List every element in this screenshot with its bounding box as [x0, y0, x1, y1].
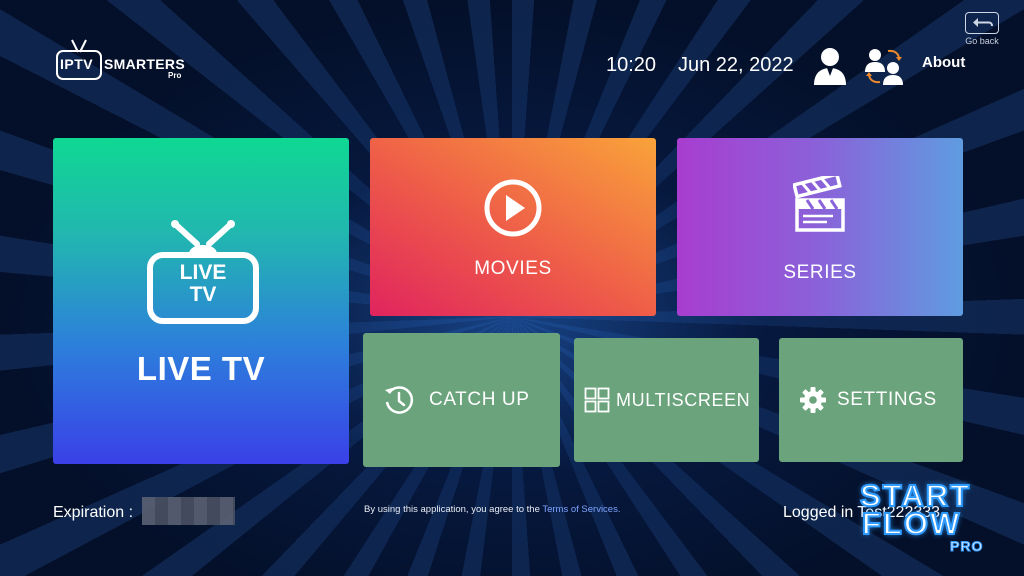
catch-up-tile[interactable]: CATCH UP — [363, 333, 560, 467]
multiscreen-content: MULTISCREEN — [584, 338, 750, 462]
redacted-expiration-value — [142, 497, 235, 525]
logged-in-label: Logged in — [783, 504, 854, 521]
play-icon — [484, 179, 542, 237]
back-arrow-icon — [965, 12, 999, 34]
logo-name: SMARTERS — [104, 56, 185, 72]
tv-icon-text-line1: LIVE — [179, 261, 227, 284]
switch-user-icon[interactable] — [864, 46, 906, 86]
tv-icon: LIVE TV — [145, 220, 261, 330]
terms-notice: By using this application, you agree to … — [364, 504, 620, 515]
movies-label: MOVIES — [474, 258, 552, 279]
series-label: SERIES — [783, 262, 857, 283]
multiscreen-label: MULTISCREEN — [616, 389, 751, 410]
live-tv-tile[interactable]: LIVE TV LIVE TV — [53, 138, 349, 464]
catch-up-label: CATCH UP — [429, 389, 530, 410]
clapperboard-icon — [793, 176, 845, 232]
startflow-watermark: START FLOW PRO — [859, 477, 1016, 560]
settings-label: SETTINGS — [837, 389, 937, 410]
tv-icon-text-line2: TV — [189, 283, 217, 306]
watermark-line3: PRO — [949, 538, 984, 555]
multiscreen-tile[interactable]: MULTISCREEN — [574, 338, 759, 462]
grid-icon — [584, 387, 610, 413]
terms-prefix: By using this application, you agree to … — [364, 504, 540, 515]
logo-brand: IPTV — [60, 56, 94, 72]
watermark-line2: FLOW — [861, 505, 962, 542]
catch-up-content: CATCH UP — [383, 333, 530, 467]
settings-content: SETTINGS — [799, 338, 937, 462]
movies-tile[interactable]: MOVIES — [370, 138, 656, 316]
logo-edition: Pro — [168, 71, 182, 80]
live-tv-label: LIVE TV — [136, 350, 266, 387]
clock-icon — [385, 386, 414, 414]
go-back-label: Go back — [965, 36, 999, 46]
terms-link[interactable]: Terms of Services. — [542, 504, 620, 515]
gear-icon — [800, 387, 826, 413]
current-date: Jun 22, 2022 — [678, 54, 794, 76]
app-logo: IPTV SMARTERS Pro — [56, 38, 196, 86]
go-back-button[interactable]: Go back — [960, 12, 1004, 52]
expiration-label: Expiration : — [53, 504, 134, 521]
user-icon[interactable] — [812, 46, 848, 86]
clock-time: 10:20 — [606, 54, 657, 76]
about-link[interactable]: About — [922, 54, 965, 71]
settings-tile[interactable]: SETTINGS — [779, 338, 963, 462]
series-tile[interactable]: SERIES — [677, 138, 963, 316]
